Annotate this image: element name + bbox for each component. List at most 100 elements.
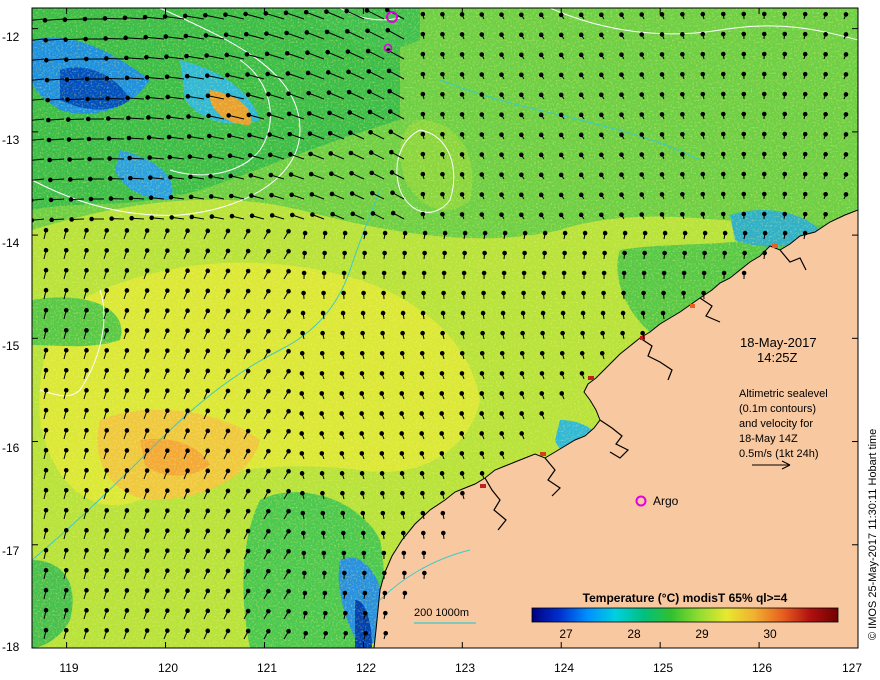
velocity-arrow-head xyxy=(205,588,211,594)
velocity-arrow-head xyxy=(389,149,394,155)
velocity-arrow-head xyxy=(226,113,232,118)
velocity-arrow-head xyxy=(601,270,607,276)
velocity-arrow-head xyxy=(144,608,150,613)
velocity-arrow-head xyxy=(225,588,231,594)
velocity-arrow-head xyxy=(286,608,291,614)
velocity-arrow-head xyxy=(400,310,406,316)
y-tick-label: -16 xyxy=(2,441,20,455)
velocity-arrow-head xyxy=(304,30,310,35)
velocity-arrow-head xyxy=(286,628,291,634)
velocity-arrow-head xyxy=(286,428,291,434)
velocity-arrow-head xyxy=(538,72,544,78)
velocity-arrow-head xyxy=(680,31,685,37)
velocity-arrow-head xyxy=(420,11,426,17)
velocity-arrow-head xyxy=(520,330,525,336)
velocity-arrow-head xyxy=(266,268,271,274)
velocity-arrow-head xyxy=(361,550,367,556)
velocity-arrow-head xyxy=(185,388,190,394)
velocity-arrow-head xyxy=(461,270,467,276)
velocity-arrow-head xyxy=(205,428,211,434)
velocity-arrow-head xyxy=(144,528,150,533)
velocity-arrow-head xyxy=(440,31,445,37)
velocity-arrow-head xyxy=(245,388,251,394)
velocity-arrow-head xyxy=(578,212,584,218)
velocity-arrow-head xyxy=(309,192,315,197)
velocity-arrow-head xyxy=(264,31,269,36)
time-label: 14:25Z xyxy=(757,350,798,365)
velocity-arrow-head xyxy=(223,32,229,38)
velocity-arrow-head xyxy=(328,151,334,156)
velocity-arrow-head xyxy=(185,228,190,234)
velocity-arrow-head xyxy=(340,310,346,316)
velocity-arrow-head xyxy=(245,368,251,374)
velocity-arrow-head xyxy=(761,151,767,157)
velocity-arrow-head xyxy=(205,628,211,634)
velocity-arrow-head xyxy=(62,17,68,22)
velocity-arrow-head xyxy=(227,133,232,138)
velocity-arrow-head xyxy=(104,628,110,633)
velocity-arrow-head xyxy=(63,347,69,353)
velocity-arrow-head xyxy=(301,530,306,536)
velocity-arrow-head xyxy=(63,507,69,513)
velocity-arrow-head xyxy=(519,371,525,376)
velocity-arrow-head xyxy=(188,194,194,200)
velocity-arrow-head xyxy=(620,330,625,336)
velocity-arrow-head xyxy=(103,36,108,41)
velocity-arrow-head xyxy=(578,72,584,78)
velocity-arrow-head xyxy=(619,152,624,157)
velocity-arrow-head xyxy=(479,350,485,356)
velocity-arrow-head xyxy=(599,192,604,198)
velocity-arrow-head xyxy=(379,391,385,396)
velocity-arrow-head xyxy=(802,111,808,117)
velocity-arrow-head xyxy=(519,391,525,396)
velocity-arrow-head xyxy=(401,530,406,536)
velocity-arrow-head xyxy=(104,428,110,433)
velocity-arrow-head xyxy=(762,250,767,256)
velocity-arrow-head xyxy=(558,92,564,98)
velocity-arrow-head xyxy=(266,228,271,234)
velocity-arrow-head xyxy=(225,228,231,234)
velocity-arrow-head xyxy=(642,230,648,236)
velocity-arrow-head xyxy=(602,250,607,256)
velocity-arrow-head xyxy=(126,115,131,121)
velocity-arrow-head xyxy=(379,371,385,376)
velocity-arrow-head xyxy=(700,171,706,177)
velocity-arrow-head xyxy=(843,72,849,77)
velocity-arrow-head xyxy=(205,268,211,274)
velocity-arrow-head xyxy=(24,39,28,43)
velocity-arrow-head xyxy=(600,330,605,336)
velocity-arrow-head xyxy=(286,588,291,594)
velocity-arrow-head xyxy=(680,191,685,197)
velocity-arrow-head xyxy=(420,310,426,316)
velocity-arrow-head xyxy=(185,528,190,534)
velocity-arrow-head xyxy=(349,191,355,196)
velocity-arrow-head xyxy=(124,408,130,413)
velocity-arrow-head xyxy=(165,508,170,513)
velocity-arrow-head xyxy=(843,132,849,137)
velocity-arrow-head xyxy=(381,550,387,556)
velocity-arrow-head xyxy=(440,91,445,97)
velocity-arrow-head xyxy=(363,630,369,636)
velocity-arrow-head xyxy=(27,119,31,123)
velocity-arrow-head xyxy=(267,152,273,158)
velocity-arrow-head xyxy=(104,568,110,573)
velocity-arrow-head xyxy=(104,508,110,513)
velocity-arrow-head xyxy=(286,548,291,554)
velocity-arrow-head xyxy=(146,135,152,140)
velocity-arrow-head xyxy=(225,92,231,98)
velocity-arrow-head xyxy=(286,468,291,474)
velocity-arrow-head xyxy=(146,115,151,120)
velocity-arrow-head xyxy=(105,96,110,101)
velocity-arrow-head xyxy=(225,268,231,274)
velocity-arrow-head xyxy=(247,132,252,138)
velocity-arrow-head xyxy=(640,310,646,316)
velocity-arrow-head xyxy=(104,528,110,533)
velocity-arrow-head xyxy=(264,51,270,57)
velocity-arrow-head xyxy=(186,134,192,139)
velocity-arrow-head xyxy=(286,348,291,354)
velocity-arrow-head xyxy=(104,488,110,493)
velocity-arrow-head xyxy=(502,230,508,236)
velocity-arrow-head xyxy=(124,55,129,61)
velocity-arrow-head xyxy=(339,411,344,416)
velocity-arrow-head xyxy=(823,191,828,197)
